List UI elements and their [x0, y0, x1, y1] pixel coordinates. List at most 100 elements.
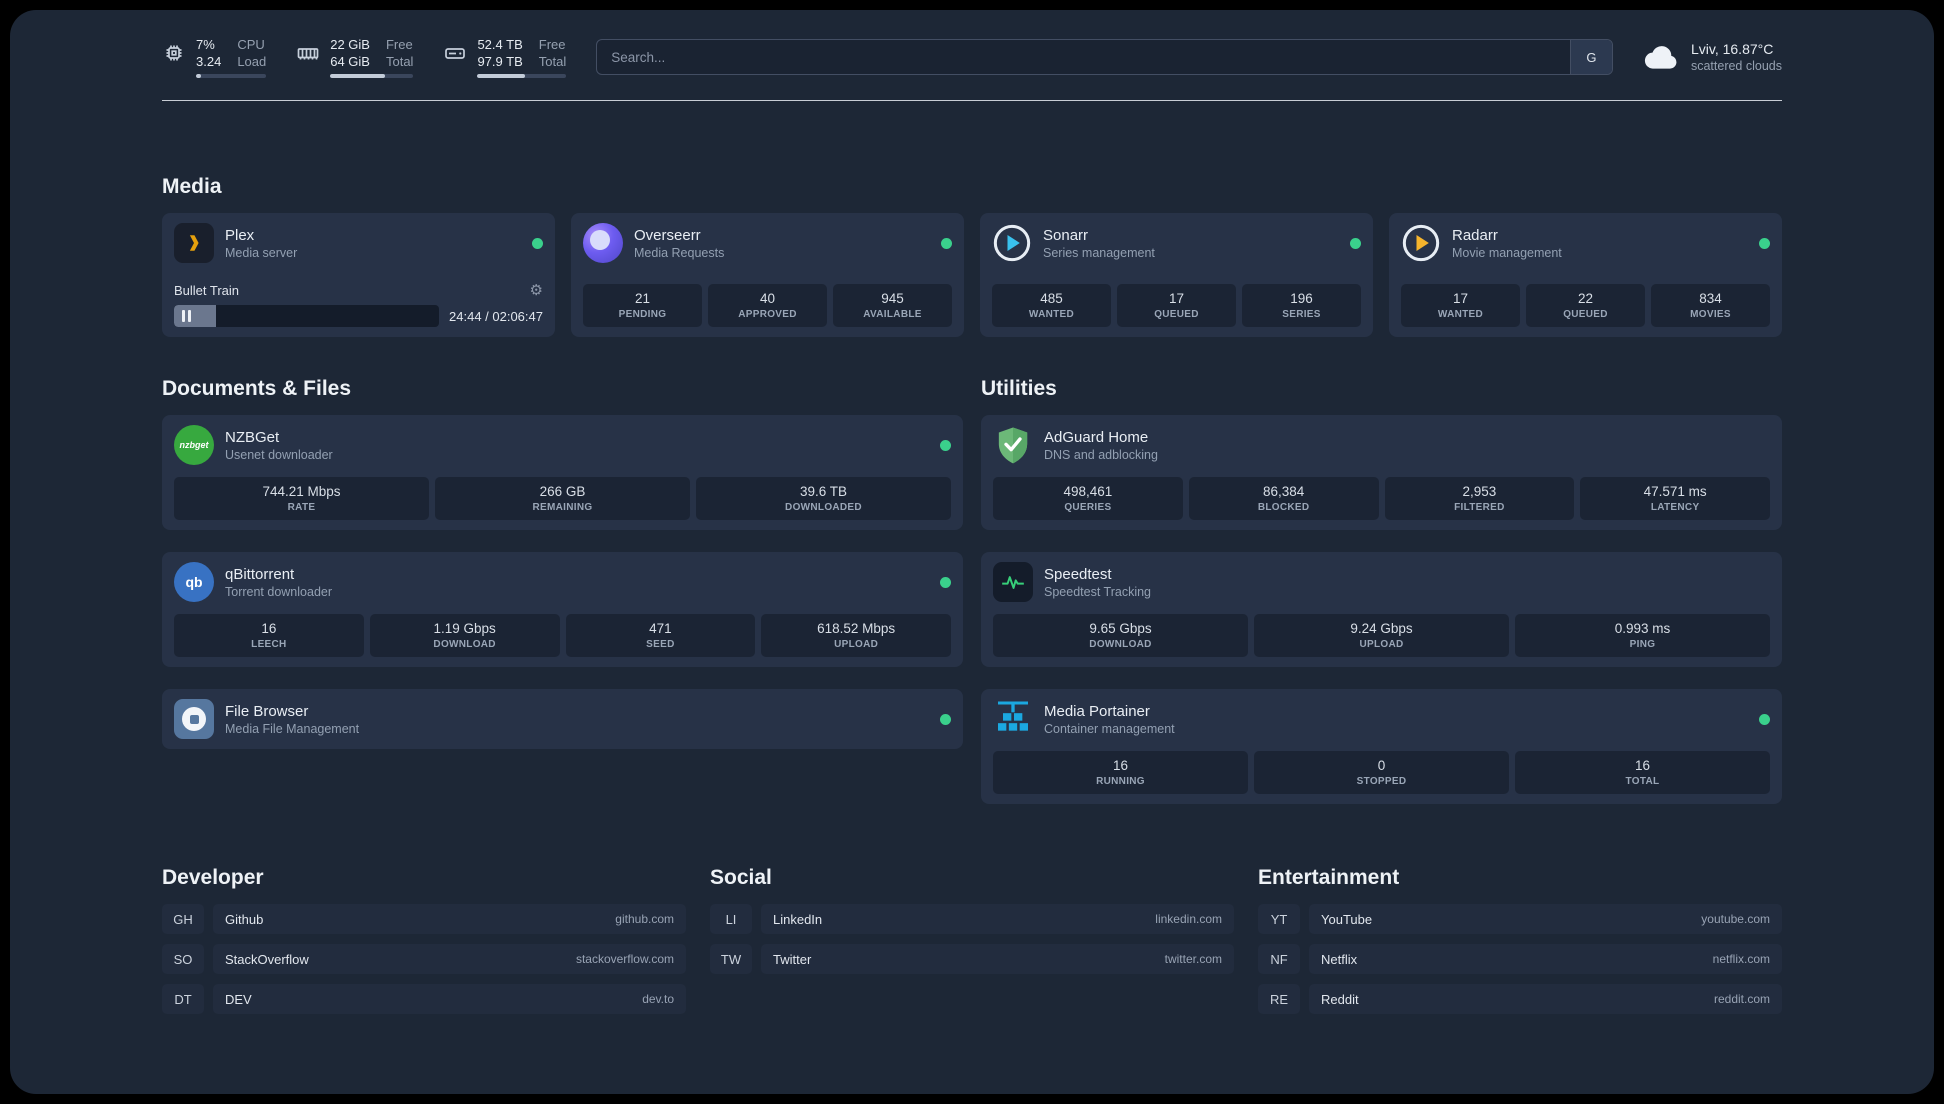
stat-block: 0.993 ms PING — [1515, 614, 1770, 657]
plex-icon — [174, 223, 214, 263]
stat-block: 16 LEECH — [174, 614, 364, 657]
service-card-nzbget[interactable]: nzbget NZBGet Usenet downloader 744.21 M… — [162, 415, 963, 530]
service-card-overseerr[interactable]: Overseerr Media Requests 21 PENDING 40 A… — [571, 213, 964, 337]
service-name: Media Portainer — [1044, 702, 1150, 720]
service-name: NZBGet — [225, 428, 280, 446]
stat-block: 2,953 FILTERED — [1384, 477, 1575, 520]
status-dot — [940, 576, 951, 588]
service-description: Media Requests — [634, 245, 725, 260]
status-dot — [1759, 713, 1770, 725]
service-description: Media File Management — [225, 721, 360, 736]
service-description: Speedtest Tracking — [1044, 584, 1152, 599]
stat-block: 266 GB REMAINING — [435, 477, 690, 520]
playback-progress-fill — [174, 305, 217, 327]
disk-icon — [443, 41, 467, 65]
disk-usage-bar — [477, 74, 567, 78]
bookmark-group-developer: Developer GH Github github.com SO StackO… — [162, 866, 686, 1014]
cpu-usage-label: CPU — [237, 37, 265, 52]
disk-widget: 52.4 TB Free 97.9 TB Total — [443, 36, 567, 78]
bookmark-github[interactable]: GH Github github.com — [162, 904, 686, 934]
service-card-portainer[interactable]: Media Portainer Container management 16 … — [981, 689, 1782, 804]
bookmark-abbr: DT — [162, 984, 204, 1014]
section-media: Media Plex Media server Bullet Train ⚙ 2… — [162, 175, 1782, 337]
cpu-widget: 7% CPU 3.24 Load — [162, 36, 267, 78]
status-dot — [940, 439, 951, 451]
memory-icon — [296, 41, 320, 65]
resource-widgets: 7% CPU 3.24 Load 22 GiB Free 64 GiB Tota… — [162, 36, 567, 78]
stat-block: 618.52 Mbps UPLOAD — [761, 614, 951, 657]
service-description: Torrent downloader — [225, 584, 333, 599]
service-description: Container management — [1044, 721, 1175, 736]
section-title-documents: Documents & Files — [162, 377, 352, 400]
bookmark-group-title: Social — [710, 866, 772, 889]
stat-block: 834 MOVIES — [1651, 284, 1770, 327]
memory-total-value: 64 GiB — [330, 54, 370, 69]
cloud-icon — [1643, 42, 1679, 72]
service-name: Radarr — [1452, 226, 1498, 244]
search-bar: G — [596, 39, 1613, 75]
bookmark-abbr: SO — [162, 944, 204, 974]
bookmark-linkedin[interactable]: LI LinkedIn linkedin.com — [710, 904, 1234, 934]
disk-usage-bar-fill — [477, 74, 526, 78]
filebrowser-icon — [174, 699, 214, 739]
bookmark-name: DEV — [225, 991, 252, 1007]
bookmark-groups: Developer GH Github github.com SO StackO… — [162, 866, 1782, 1054]
section-title-media: Media — [162, 175, 222, 198]
settings-gear-icon[interactable]: ⚙ — [530, 281, 543, 299]
bookmark-url: github.com — [615, 912, 674, 926]
service-card-filebrowser[interactable]: File Browser Media File Management — [162, 689, 963, 749]
search-provider-button[interactable]: G — [1569, 40, 1612, 74]
cpu-usage-value: 7% — [196, 37, 215, 52]
stat-block: 39.6 TB DOWNLOADED — [696, 477, 951, 520]
status-dot — [532, 237, 543, 249]
cpu-load-value: 3.24 — [196, 54, 222, 69]
bookmark-reddit[interactable]: RE Reddit reddit.com — [1258, 984, 1782, 1014]
bookmark-url: youtube.com — [1701, 912, 1770, 926]
service-description: Usenet downloader — [225, 447, 333, 462]
service-description: DNS and adblocking — [1044, 447, 1158, 462]
status-dot — [941, 237, 952, 249]
service-card-sonarr[interactable]: Sonarr Series management 485 WANTED 17 Q… — [980, 213, 1373, 337]
radarr-icon — [1401, 223, 1441, 263]
disk-total-value: 97.9 TB — [477, 54, 523, 69]
bookmark-url: twitter.com — [1164, 952, 1222, 966]
service-name: qBittorrent — [225, 565, 295, 583]
stat-block: 47.571 ms LATENCY — [1580, 477, 1770, 520]
bookmark-twitter[interactable]: TW Twitter twitter.com — [710, 944, 1234, 974]
bookmark-dev[interactable]: DT DEV dev.to — [162, 984, 686, 1014]
bookmark-stackoverflow[interactable]: SO StackOverflow stackoverflow.com — [162, 944, 686, 974]
service-description: Movie management — [1452, 245, 1562, 260]
bookmark-netflix[interactable]: NF Netflix netflix.com — [1258, 944, 1782, 974]
cpu-icon — [162, 41, 186, 65]
bookmark-url: linkedin.com — [1155, 912, 1222, 926]
stat-block: 196 SERIES — [1242, 284, 1361, 327]
memory-free-value: 22 GiB — [330, 37, 370, 52]
service-card-radarr[interactable]: Radarr Movie management 17 WANTED 22 QUE… — [1389, 213, 1782, 337]
stat-block: 945 AVAILABLE — [833, 284, 952, 327]
service-description: Series management — [1043, 245, 1155, 260]
service-card-qbittorrent[interactable]: qb qBittorrent Torrent downloader 16 LEE… — [162, 552, 963, 667]
service-name: AdGuard Home — [1044, 428, 1149, 446]
bookmark-youtube[interactable]: YT YouTube youtube.com — [1258, 904, 1782, 934]
service-card-adguard[interactable]: AdGuard Home DNS and adblocking 498,461 … — [981, 415, 1782, 530]
playback-progress-bar[interactable] — [174, 305, 440, 327]
stat-block: 1.19 Gbps DOWNLOAD — [369, 614, 560, 657]
bookmark-name: Reddit — [1321, 991, 1359, 1007]
service-card-plex[interactable]: Plex Media server Bullet Train ⚙ 24:44 /… — [162, 213, 555, 337]
service-name: Sonarr — [1043, 226, 1089, 244]
status-dot — [1350, 237, 1361, 249]
pause-icon[interactable] — [182, 310, 191, 322]
weather-condition: scattered clouds — [1690, 59, 1782, 73]
search-input[interactable] — [597, 40, 1570, 74]
bookmark-abbr: GH — [162, 904, 204, 934]
bookmark-url: reddit.com — [1713, 992, 1770, 1006]
qbittorrent-icon: qb — [174, 562, 214, 602]
service-card-speedtest[interactable]: Speedtest Speedtest Tracking 9.65 Gbps D… — [981, 552, 1782, 667]
section-utilities: Utilities AdGuard Home DNS and adblockin… — [981, 377, 1782, 804]
service-name: Overseerr — [634, 226, 701, 244]
status-dot — [1759, 237, 1770, 249]
stat-block: 471 SEED — [565, 614, 756, 657]
nzbget-icon: nzbget — [174, 425, 214, 465]
bookmark-name: YouTube — [1321, 911, 1373, 927]
stat-block: 21 PENDING — [583, 284, 702, 327]
